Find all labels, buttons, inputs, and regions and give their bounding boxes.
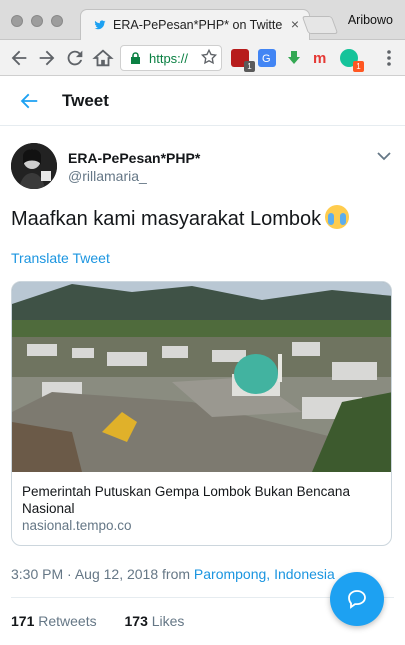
more-menu-icon[interactable] <box>387 50 391 66</box>
chevron-down-icon[interactable] <box>376 150 392 162</box>
retweets-label[interactable]: Retweets <box>38 613 96 629</box>
m-extension-icon[interactable]: m <box>312 49 330 67</box>
profile-name[interactable]: Aribowo <box>348 13 393 27</box>
svg-text:m: m <box>313 50 326 67</box>
maximize-window-button[interactable] <box>51 15 63 27</box>
tweet-location-link[interactable]: Parompong, Indonesia <box>194 566 335 582</box>
ublock-badge: 1 <box>244 61 255 72</box>
likes-count[interactable]: 173 <box>125 613 148 629</box>
crying-face-icon <box>325 205 350 229</box>
tweet-text: Maafkan kami masyarakat Lombok <box>11 205 350 231</box>
download-icon[interactable] <box>285 49 303 67</box>
grammarly-badge: 1 <box>353 61 364 72</box>
reload-icon[interactable] <box>64 47 86 69</box>
tweet-text-content: Maafkan kami masyarakat Lombok <box>11 208 322 230</box>
page-title: Tweet <box>62 91 109 110</box>
tweet-time[interactable]: 3:30 PM <box>11 566 63 582</box>
meta-separator: · <box>67 566 72 582</box>
translate-glyph-icon: G <box>262 53 271 65</box>
user-handle[interactable]: @rillamaria_ <box>68 168 147 184</box>
retweets-count[interactable]: 171 <box>11 613 34 629</box>
bookmark-star-icon[interactable] <box>200 48 218 66</box>
display-name[interactable]: ERA-PePesan*PHP* <box>68 150 200 166</box>
new-tab-button[interactable] <box>301 16 339 34</box>
link-card[interactable]: Pemerintah Putuskan Gempa Lombok Bukan B… <box>11 281 392 546</box>
grammarly-icon[interactable]: 1 <box>340 49 364 72</box>
home-icon[interactable] <box>92 47 114 69</box>
svg-text:G: G <box>262 53 271 65</box>
minimize-window-button[interactable] <box>31 15 43 27</box>
tweet-meta: 3:30 PM · Aug 12, 2018 from Parompong, I… <box>11 566 335 582</box>
from-label: from <box>162 566 191 582</box>
compose-reply-button[interactable] <box>330 572 384 626</box>
tweet-date[interactable]: Aug 12, 2018 <box>75 566 158 582</box>
browser-toolbar: https:// 1 G m 1 <box>0 40 405 76</box>
back-arrow-icon[interactable] <box>8 47 30 69</box>
close-tab-icon[interactable]: × <box>291 16 299 32</box>
lock-icon <box>131 52 140 64</box>
tweet-stats: 171 Retweets 173 Likes <box>11 613 184 629</box>
translate-icon[interactable]: G <box>258 49 276 67</box>
likes-label[interactable]: Likes <box>152 613 185 629</box>
back-arrow-icon[interactable] <box>18 90 40 112</box>
url-text: https:// <box>149 51 189 66</box>
ublock-icon[interactable]: 1 <box>231 49 255 72</box>
browser-titlebar: ERA-PePesan*PHP* on Twitter × Aribowo <box>0 0 405 40</box>
reply-bubble-icon <box>348 590 366 609</box>
card-image <box>12 282 391 472</box>
twitter-bird-icon <box>94 20 106 30</box>
translate-tweet-link[interactable]: Translate Tweet <box>11 250 110 266</box>
browser-tab[interactable]: ERA-PePesan*PHP* on Twitter × <box>80 9 310 40</box>
close-window-button[interactable] <box>11 15 23 27</box>
avatar[interactable] <box>11 143 57 189</box>
forward-arrow-icon[interactable] <box>36 47 58 69</box>
page-header: Tweet <box>0 76 405 126</box>
card-domain: nasional.tempo.co <box>22 518 132 533</box>
card-title: Pemerintah Putuskan Gempa Lombok Bukan B… <box>22 484 350 516</box>
tab-title: ERA-PePesan*PHP* on Twitter <box>113 18 283 32</box>
